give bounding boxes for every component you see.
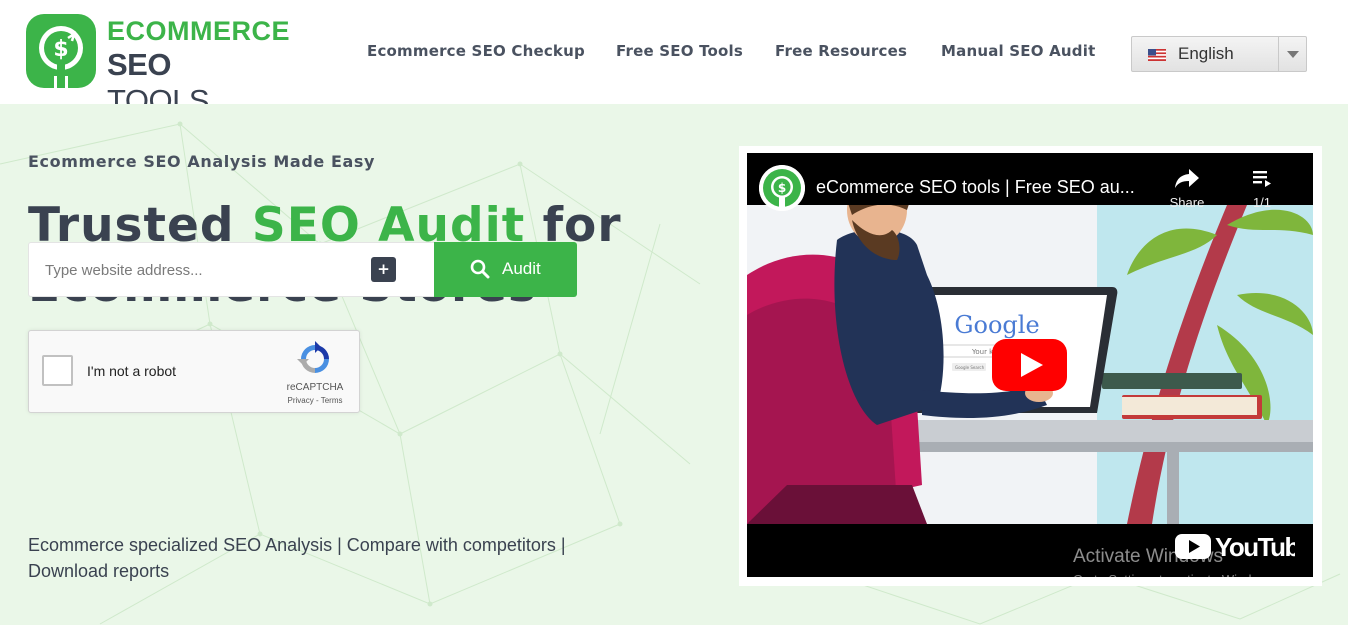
recaptcha-logo-icon: [297, 341, 329, 373]
nav-free-seo-tools[interactable]: Free SEO Tools: [616, 42, 743, 60]
recaptcha-brand: reCAPTCHA: [286, 382, 344, 393]
video-playlist-button[interactable]: 1/1: [1243, 167, 1281, 210]
site-logo[interactable]: $ ECOMMERCE SEO TOOLS: [24, 12, 290, 118]
website-search-box: +: [28, 242, 434, 297]
recaptcha-widget: I'm not a robot reCAPTCHA Privacy - Term…: [28, 330, 360, 413]
language-dropdown-toggle[interactable]: [1278, 37, 1306, 71]
svg-text:$: $: [53, 37, 68, 62]
youtube-logo-icon[interactable]: YouTube: [1175, 531, 1295, 561]
windows-activation-subtitle: Go to Settings to activate Windows.: [1073, 572, 1279, 587]
hero-tagline: Ecommerce specialized SEO Analysis | Com…: [28, 535, 566, 581]
youtube-video-player[interactable]: Google Your k Google Search $ eCommerce …: [747, 153, 1313, 577]
youtube-wordmark: YouTube: [1215, 532, 1295, 561]
logo-text-seo: SEO: [107, 47, 171, 82]
nav-ecommerce-seo-checkup[interactable]: Ecommerce SEO Checkup: [367, 42, 585, 60]
search-icon: [470, 259, 490, 279]
google-search-button-text: Google Search: [955, 365, 985, 370]
add-competitor-button[interactable]: +: [371, 257, 396, 282]
recaptcha-label: I'm not a robot: [87, 363, 177, 379]
google-logo-text: Google: [954, 311, 1039, 339]
website-address-input[interactable]: [45, 259, 365, 281]
share-arrow-icon: [1175, 169, 1199, 188]
us-flag-icon: [1148, 49, 1166, 61]
recaptcha-checkbox[interactable]: [42, 355, 73, 386]
youtube-play-button-icon[interactable]: [992, 339, 1067, 391]
site-header: $ ECOMMERCE SEO TOOLS Ecommerce SEO Chec…: [0, 0, 1348, 118]
logo-mark-icon: $: [26, 14, 96, 90]
recaptcha-links: Privacy - Terms: [279, 396, 351, 405]
logo-text-ecommerce: ECOMMERCE: [107, 16, 291, 46]
language-selected-label: English: [1178, 44, 1234, 63]
google-search-field-text: Your k: [971, 348, 994, 356]
recaptcha-privacy-link[interactable]: Privacy: [288, 396, 314, 405]
svg-text:$: $: [778, 181, 786, 195]
chevron-down-icon: [1287, 51, 1299, 58]
audit-button-label: Audit: [502, 259, 541, 278]
nav-free-resources[interactable]: Free Resources: [775, 42, 907, 60]
video-title[interactable]: eCommerce SEO tools | Free SEO au...: [816, 177, 1135, 198]
channel-avatar-icon[interactable]: $: [759, 165, 805, 211]
hero-eyebrow: Ecommerce SEO Analysis Made Easy: [28, 152, 376, 171]
share-label: Share: [1169, 195, 1205, 210]
recaptcha-terms-link[interactable]: Terms: [321, 396, 343, 405]
nav-manual-seo-audit[interactable]: Manual SEO Audit: [941, 42, 1095, 60]
language-select[interactable]: English: [1131, 36, 1307, 72]
playlist-icon: [1253, 171, 1271, 187]
playlist-counter: 1/1: [1252, 195, 1272, 210]
recaptcha-separator: -: [313, 396, 321, 405]
audit-button[interactable]: Audit: [434, 242, 577, 297]
video-share-button[interactable]: Share: [1165, 167, 1209, 210]
